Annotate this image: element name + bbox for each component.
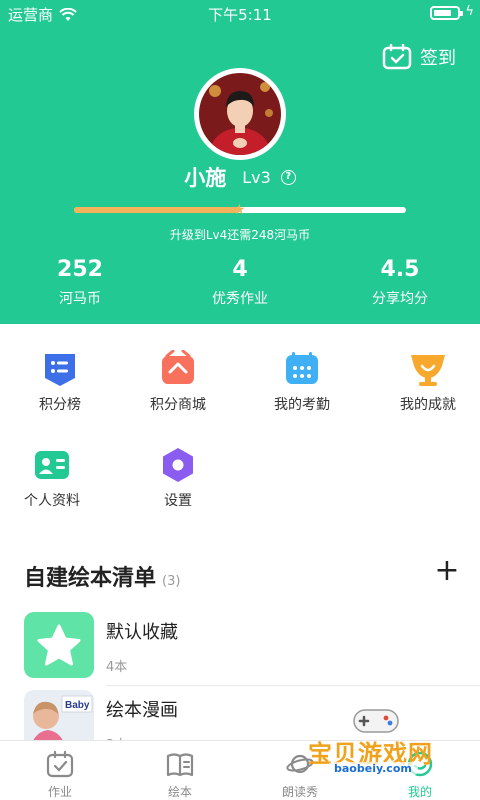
- menu-item-ranking[interactable]: 积分榜: [0, 340, 120, 420]
- avatar[interactable]: [194, 68, 286, 160]
- smile-icon: [407, 751, 433, 777]
- stats-row: 252 河马币 4 优秀作业 4.5 分享均分: [0, 256, 480, 316]
- book-list-item-title: 默认收藏: [106, 622, 178, 643]
- signin-button[interactable]: 签到: [382, 44, 456, 70]
- tab-picture-books[interactable]: 绘本: [120, 741, 240, 800]
- avatar-image: [199, 73, 281, 155]
- planet-icon: [286, 754, 314, 774]
- status-time: 下午5:11: [208, 6, 272, 24]
- book-list-item-title: 绘本漫画: [106, 700, 178, 721]
- menu-item-profile[interactable]: 个人资料: [0, 436, 112, 516]
- tab-label: 朗读秀: [281, 785, 318, 799]
- tab-homework[interactable]: 作业: [0, 741, 120, 800]
- level-progress-bar: ★: [74, 202, 406, 218]
- status-bar: 运营商 下午5:11 ϟ: [0, 0, 480, 28]
- menu-item-label: 积分榜: [39, 397, 81, 413]
- calendar-check-icon: [382, 44, 412, 70]
- menu-item-shop[interactable]: 积分商城: [118, 340, 238, 420]
- battery-level: [434, 10, 451, 16]
- profile-header: 运营商 下午5:11 ϟ 签到 小施 Lv3 ? ★ 升级到Lv4还需248河马…: [0, 0, 480, 324]
- menu-item-label: 积分商城: [150, 397, 206, 413]
- menu-item-achievements[interactable]: 我的成就: [368, 340, 480, 420]
- menu-item-settings[interactable]: 设置: [118, 436, 238, 516]
- menu-item-label: 我的成就: [400, 397, 456, 413]
- tab-label: 作业: [47, 785, 72, 799]
- book-icon: [166, 753, 194, 777]
- calendar-icon: [286, 352, 318, 384]
- stat-share-average[interactable]: 4.5 分享均分: [320, 256, 480, 316]
- user-name-row: 小施 Lv3 ?: [0, 162, 480, 192]
- stat-label: 河马币: [59, 291, 101, 307]
- help-icon[interactable]: ?: [280, 169, 296, 185]
- divider: [106, 685, 480, 686]
- menu-item-label: 设置: [164, 493, 192, 509]
- ranking-icon: [45, 354, 75, 386]
- calendar-check-icon: [46, 750, 74, 778]
- add-book-list-button[interactable]: +: [434, 556, 460, 586]
- book-list-title: 自建绘本清单: [24, 566, 157, 591]
- trophy-icon: [411, 355, 445, 386]
- upgrade-hint: 升级到Lv4还需248河马币: [169, 228, 311, 242]
- level-progress-fill: [74, 207, 240, 213]
- stat-excellent-homework[interactable]: 4 优秀作业: [160, 256, 320, 316]
- stat-label: 优秀作业: [212, 291, 268, 307]
- tab-label: 绘本: [167, 785, 192, 799]
- user-name: 小施: [184, 166, 227, 190]
- profile-card-icon: [35, 451, 69, 479]
- book-list-header: 自建绘本清单 (3): [24, 560, 180, 592]
- stat-coins[interactable]: 252 河马币: [0, 256, 160, 316]
- stat-value: 252: [57, 257, 103, 282]
- book-list-item[interactable]: 默认收藏 4本: [0, 612, 480, 686]
- stat-label: 分享均分: [372, 291, 428, 307]
- book-list-item-count: 4本: [106, 660, 128, 675]
- book-cover: [24, 612, 94, 678]
- shop-icon: [162, 349, 194, 384]
- charging-icon: ϟ: [465, 4, 474, 19]
- settings-icon: [163, 448, 193, 482]
- star-icon: [37, 624, 81, 666]
- stat-value: 4.5: [380, 257, 420, 282]
- star-icon: ★: [233, 202, 246, 218]
- tab-mine[interactable]: 我的: [360, 741, 480, 800]
- tab-reading-show[interactable]: 朗读秀: [240, 741, 360, 800]
- signin-label: 签到: [420, 48, 456, 69]
- menu-item-label: 个人资料: [24, 493, 80, 509]
- tab-label: 我的: [407, 785, 432, 799]
- user-level: Lv3: [242, 167, 271, 187]
- tab-bar: 作业 绘本 朗读秀 我的: [0, 740, 480, 800]
- menu-item-attendance[interactable]: 我的考勤: [242, 340, 362, 420]
- stat-value: 4: [232, 257, 248, 282]
- menu-item-label: 我的考勤: [274, 397, 330, 413]
- battery-icon: [430, 6, 463, 20]
- book-cover-text: Baby: [65, 700, 90, 711]
- book-list-count: (3): [162, 574, 181, 589]
